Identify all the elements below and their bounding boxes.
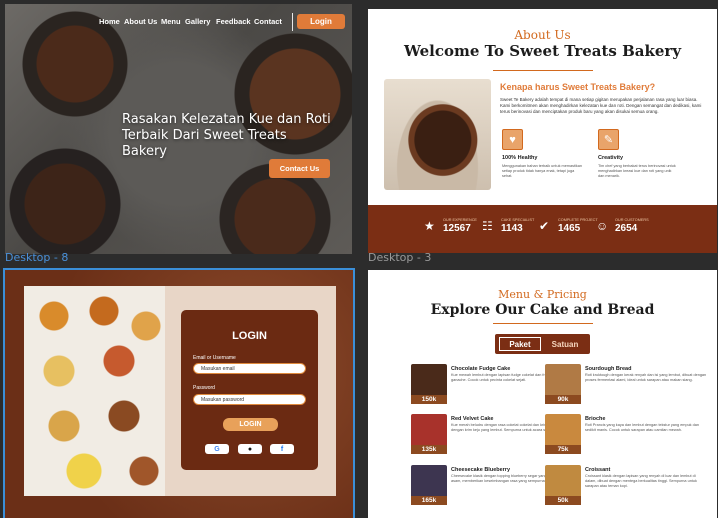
login-frame[interactable]: LOGIN Email or Username Masukan email Pa…: [5, 270, 353, 518]
menu-item-price: 150k: [411, 395, 447, 404]
menu-item-name: Brioche: [585, 416, 606, 422]
stat-label: COMPLETE PROJECT: [558, 218, 598, 222]
hero-nav: Home About Us Menu Gallery Feedback Cont…: [5, 13, 352, 33]
about-heading: Welcome To Sweet Treats Bakery: [403, 42, 682, 60]
login-submit-button[interactable]: LOGIN: [223, 418, 278, 431]
about-body: Sweet Te Bakery adalah tempat di mana se…: [500, 97, 702, 114]
hero-frame[interactable]: Home About Us Menu Gallery Feedback Cont…: [5, 4, 352, 254]
menu-type-toggle: Paket Satuan: [495, 334, 590, 354]
email-field[interactable]: Masukan email: [193, 363, 306, 374]
menu-item-name: Red Velvet Cake: [451, 416, 494, 422]
menu-item-image: 50k: [545, 465, 581, 505]
nav-divider: [292, 13, 293, 31]
stat-value: 1465: [558, 223, 581, 234]
toggle-satuan[interactable]: Satuan: [544, 337, 586, 351]
menu-item-price: 90k: [545, 395, 581, 404]
facebook-icon[interactable]: f: [270, 444, 294, 454]
creativity-icon: ✎: [598, 129, 619, 150]
menu-item-price: 50k: [545, 496, 581, 505]
frame-label-desktop-8[interactable]: Desktop - 8: [5, 251, 68, 264]
menu-item-name: Croissant: [585, 467, 611, 473]
nav-home[interactable]: Home: [99, 17, 120, 26]
bundt-cake-image: [384, 79, 491, 190]
password-field[interactable]: Masukan password: [193, 394, 306, 405]
feature-text-creativity: Tim chef yang berbakat terus berinovasi …: [598, 164, 676, 178]
menu-item-image: 150k: [411, 364, 447, 404]
about-subheading: Kenapa harus Sweet Treats Bakery?: [500, 82, 656, 92]
menu-item-image: 75k: [545, 414, 581, 454]
feature-text-healthy: Menggunakan bahan terbaik untuk memastik…: [502, 164, 582, 178]
about-divider: [493, 70, 593, 71]
menu-item[interactable]: 90k Sourdough Bread Roti kruktough denga…: [545, 364, 707, 404]
about-frame[interactable]: About Us Welcome To Sweet Treats Bakery …: [368, 9, 717, 253]
menu-item-price: 165k: [411, 496, 447, 505]
contact-us-button[interactable]: Contact Us: [269, 159, 330, 178]
login-button[interactable]: Login: [297, 14, 345, 29]
stat-value: 12567: [443, 223, 471, 234]
toggle-paket[interactable]: Paket: [499, 337, 541, 351]
menu-item-image: 165k: [411, 465, 447, 505]
menu-item-desc: Roti kruktough dengan kerak renyah dan i…: [585, 373, 707, 382]
hero-title: Rasakan Kelezatan Kue dan Roti Terbaik D…: [122, 112, 331, 159]
menu-item-image: 135k: [411, 414, 447, 454]
heart-monitor-icon: ♥: [502, 129, 523, 150]
password-label: Password: [193, 385, 215, 391]
menu-item-desc: Roti Prancis yang kaya dan lembut dengan…: [585, 423, 699, 432]
menu-heading: Explore Our Cake and Bread: [430, 302, 655, 318]
about-kicker: About Us: [514, 28, 571, 42]
stats-bar: ★ OUR EXPERIENCE 12567 ☷ CAKE SPECIALIST…: [368, 205, 717, 253]
stat-label: CAKE SPECIALIST: [501, 218, 535, 222]
feature-title-creativity: Creativity: [598, 155, 624, 161]
check-icon: ✔: [539, 219, 550, 233]
feature-title-healthy: 100% Healthy: [502, 155, 538, 161]
stat-value: 1143: [501, 223, 523, 234]
login-title: LOGIN: [232, 330, 267, 342]
menu-item-desc: Croissant klasik dengan lapisan yang ren…: [585, 474, 697, 488]
email-label: Email or Username: [193, 355, 236, 361]
stat-value: 2654: [615, 223, 638, 234]
menu-divider: [493, 323, 593, 324]
design-canvas: Home About Us Menu Gallery Feedback Cont…: [0, 0, 718, 518]
menu-item-price: 135k: [411, 445, 447, 454]
nav-about[interactable]: About Us: [124, 17, 157, 26]
smile-icon: ☺: [596, 219, 609, 233]
menu-item[interactable]: 50k Croissant Croissant klasik dengan la…: [545, 465, 705, 505]
pastries-image: [24, 286, 168, 496]
star-icon: ★: [424, 219, 435, 233]
menu-kicker: Menu & Pricing: [498, 288, 587, 301]
nav-feedback[interactable]: Feedback: [216, 17, 251, 26]
stat-label: OUR CUSTOMERS: [615, 218, 649, 222]
google-icon[interactable]: G: [205, 444, 229, 454]
login-card: LOGIN Email or Username Masukan email Pa…: [181, 310, 318, 470]
users-icon: ☷: [482, 219, 493, 233]
nav-contact[interactable]: Contact: [254, 17, 282, 26]
menu-item-name: Chocolate Fudge Cake: [451, 366, 511, 372]
nav-menu[interactable]: Menu: [161, 17, 181, 26]
menu-item-image: 90k: [545, 364, 581, 404]
menu-item-price: 75k: [545, 445, 581, 454]
menu-frame[interactable]: Menu & Pricing Explore Our Cake and Brea…: [368, 270, 717, 518]
frame-label-desktop-3[interactable]: Desktop - 3: [368, 251, 431, 264]
nav-gallery[interactable]: Gallery: [185, 17, 210, 26]
stat-label: OUR EXPERIENCE: [443, 218, 477, 222]
menu-item-name: Cheesecake Blueberry: [451, 467, 511, 473]
menu-item-name: Sourdough Bread: [585, 366, 632, 372]
apple-icon[interactable]: ●: [238, 444, 262, 454]
menu-item[interactable]: 75k Brioche Roti Prancis yang kaya dan l…: [545, 414, 705, 454]
